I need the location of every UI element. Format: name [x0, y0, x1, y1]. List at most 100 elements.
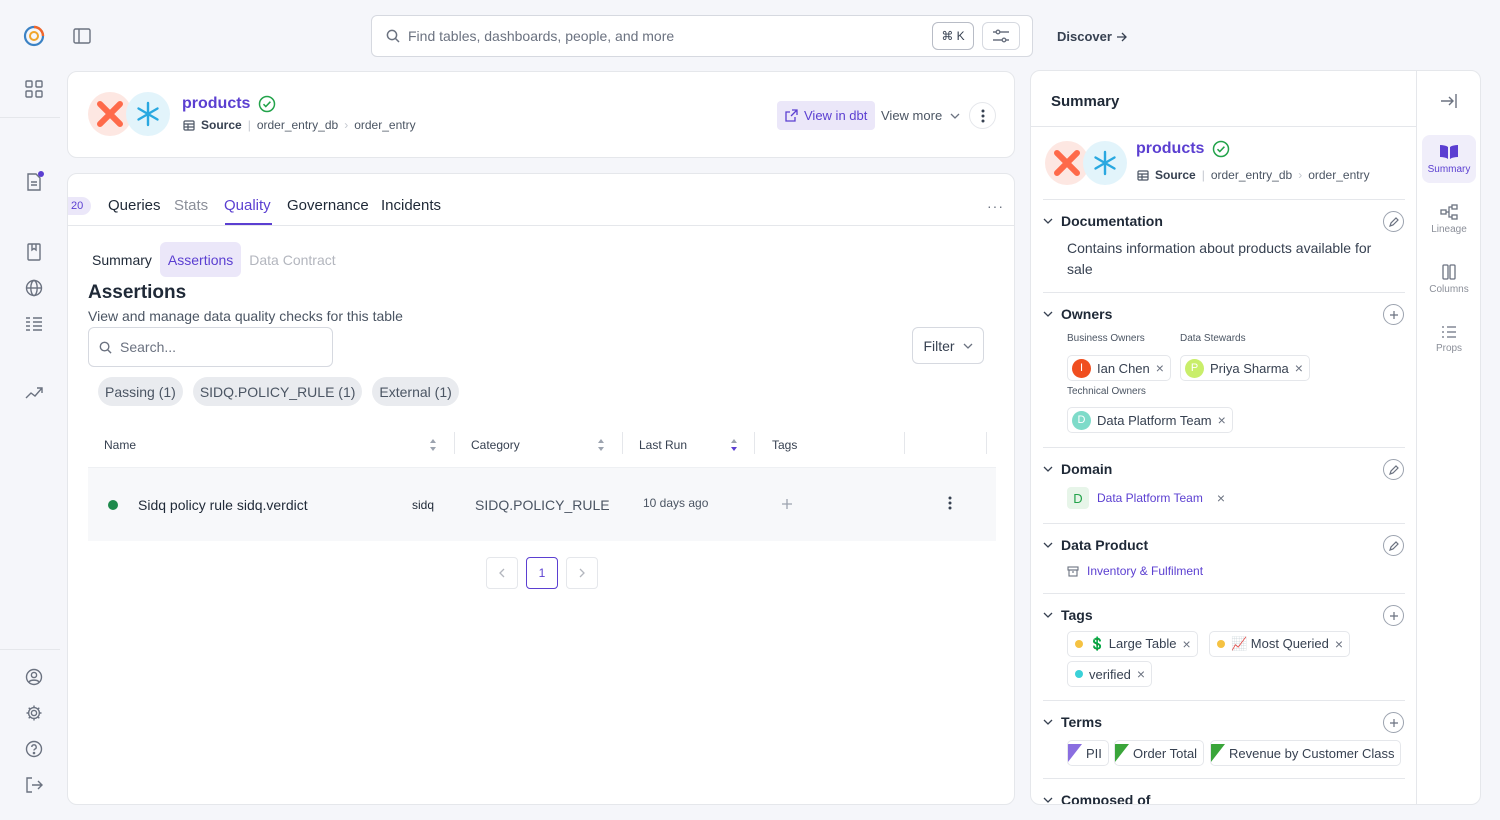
chevron-right-icon: ›	[1298, 168, 1303, 182]
book-icon[interactable]	[22, 240, 46, 264]
tab-count-badge: 20	[68, 197, 92, 215]
chip-passing[interactable]: Passing (1)	[98, 377, 183, 406]
table-row[interactable]: Sidq policy rule sidq.verdict sidq SIDQ.…	[88, 468, 996, 541]
term-pill[interactable]: Revenue by Customer Class	[1210, 740, 1402, 766]
entity-name[interactable]: products	[182, 95, 250, 113]
data-product-value[interactable]: Inventory & Fulfilment	[1067, 564, 1203, 578]
view-more-dropdown[interactable]: View more	[881, 108, 960, 123]
edit-documentation-button[interactable]	[1383, 211, 1404, 232]
sidebar-toggle-icon[interactable]	[72, 26, 92, 46]
tags-header[interactable]: Tags	[1043, 607, 1093, 623]
rail-summary-button[interactable]: Summary	[1422, 135, 1476, 183]
add-owner-button[interactable]	[1383, 304, 1404, 325]
domain-name[interactable]: Data Platform Team	[1097, 491, 1203, 505]
tag-pill[interactable]: verified ×	[1067, 661, 1153, 687]
home-logo[interactable]	[22, 24, 46, 48]
search-filters-button[interactable]	[982, 22, 1020, 50]
edit-data-product-button[interactable]	[1383, 535, 1404, 556]
owner-pill[interactable]: I Ian Chen ×	[1067, 355, 1171, 381]
summary-breadcrumb-schema[interactable]: order_entry	[1308, 168, 1369, 182]
column-header-tags[interactable]: Tags	[772, 422, 797, 468]
tab-incidents[interactable]: Incidents	[381, 197, 441, 214]
tag-pill[interactable]: 📈 Most Queried ×	[1209, 631, 1351, 657]
data-product-header[interactable]: Data Product	[1043, 537, 1148, 553]
remove-icon[interactable]: ×	[1295, 361, 1303, 375]
collapse-panel-icon[interactable]	[1440, 93, 1458, 109]
trend-icon[interactable]	[22, 381, 46, 405]
remove-icon[interactable]: ×	[1137, 667, 1145, 681]
domain-header[interactable]: Domain	[1043, 461, 1112, 477]
summary-breadcrumb-db[interactable]: order_entry_db	[1211, 168, 1292, 182]
remove-icon[interactable]: ×	[1217, 491, 1225, 505]
remove-icon[interactable]: ×	[1183, 637, 1191, 651]
discover-link[interactable]: Discover	[1057, 29, 1128, 44]
sort-icon[interactable]	[597, 438, 605, 452]
summary-panel: Summary Summary Lineage Columns Props pr…	[1030, 70, 1481, 805]
term-pill[interactable]: PII	[1067, 740, 1109, 766]
sort-desc-icon[interactable]	[730, 438, 738, 452]
remove-icon[interactable]: ×	[1218, 413, 1226, 427]
sort-icon[interactable]	[429, 438, 437, 452]
tabs-more-button[interactable]: ···	[987, 198, 1004, 214]
term-pill[interactable]: Order Total	[1114, 740, 1205, 766]
steward-pill[interactable]: P Priya Sharma ×	[1180, 355, 1310, 381]
page-number-button[interactable]: 1	[526, 557, 558, 589]
add-tag-icon[interactable]	[781, 498, 793, 510]
assertion-search-input[interactable]: Search...	[88, 327, 333, 367]
search-placeholder[interactable]: Find tables, dashboards, people, and mor…	[408, 28, 932, 44]
grid-icon[interactable]	[22, 77, 46, 101]
view-in-dbt-button[interactable]: View in dbt	[777, 101, 876, 130]
row-actions-kebab-icon[interactable]	[948, 496, 952, 510]
next-page-button[interactable]	[566, 557, 598, 589]
remove-icon[interactable]: ×	[1156, 361, 1164, 375]
global-search[interactable]: Find tables, dashboards, people, and mor…	[371, 15, 1033, 57]
tab-governance[interactable]: Governance	[287, 197, 369, 214]
platform-logos	[88, 92, 170, 136]
rail-summary-label: Summary	[1427, 163, 1471, 175]
list-icon[interactable]	[22, 312, 46, 336]
documentation-header[interactable]: Documentation	[1043, 213, 1163, 229]
breadcrumb-db[interactable]: order_entry_db	[257, 118, 338, 132]
rail-props-button[interactable]: Props	[1422, 315, 1476, 363]
tab-stats[interactable]: Stats	[174, 197, 208, 214]
add-term-button[interactable]	[1383, 712, 1404, 733]
user-icon[interactable]	[22, 665, 46, 689]
tab-queries[interactable]: Queries	[108, 197, 161, 214]
more-options-button[interactable]	[969, 102, 996, 129]
gear-icon[interactable]	[22, 701, 46, 725]
prev-page-button[interactable]	[486, 557, 518, 589]
logout-icon[interactable]	[22, 773, 46, 797]
entity-title[interactable]: products	[182, 95, 276, 113]
globe-icon[interactable]	[22, 276, 46, 300]
assertion-name[interactable]: Sidq policy rule sidq.verdict	[138, 497, 308, 513]
domain-value[interactable]: D Data Platform Team ×	[1067, 487, 1225, 509]
assertion-search-placeholder[interactable]: Search...	[120, 339, 176, 355]
column-header-last-run[interactable]: Last Run	[639, 422, 687, 468]
add-tag-button[interactable]	[1383, 605, 1404, 626]
column-header-name[interactable]: Name	[104, 422, 136, 468]
rail-lineage-button[interactable]: Lineage	[1422, 195, 1476, 243]
rail-columns-button[interactable]: Columns	[1422, 255, 1476, 303]
subtab-assertions[interactable]: Assertions	[159, 242, 242, 277]
summary-entity-title[interactable]: products	[1136, 140, 1230, 158]
help-icon[interactable]	[22, 737, 46, 761]
tab-quality[interactable]: Quality	[224, 197, 271, 214]
summary-entity-name[interactable]: products	[1136, 140, 1204, 158]
filter-dropdown[interactable]: Filter	[912, 327, 984, 364]
chip-policy-rule[interactable]: SIDQ.POLICY_RULE (1)	[192, 377, 363, 406]
chip-external[interactable]: External (1)	[372, 377, 459, 406]
terms-header[interactable]: Terms	[1043, 714, 1102, 730]
composed-of-header[interactable]: Composed of	[1043, 792, 1150, 804]
column-header-category[interactable]: Category	[471, 422, 520, 468]
subtab-data-contract[interactable]: Data Contract	[241, 242, 343, 277]
tag-pill[interactable]: 💲 Large Table ×	[1067, 631, 1198, 657]
owners-header[interactable]: Owners	[1043, 306, 1112, 322]
breadcrumb-schema[interactable]: order_entry	[354, 118, 415, 132]
data-product-name[interactable]: Inventory & Fulfilment	[1087, 564, 1203, 578]
tag-color-dot	[1075, 670, 1083, 678]
subtab-summary[interactable]: Summary	[84, 242, 160, 277]
edit-domain-button[interactable]	[1383, 459, 1404, 480]
document-icon[interactable]	[22, 170, 46, 194]
technical-owner-pill[interactable]: D Data Platform Team ×	[1067, 407, 1233, 433]
remove-icon[interactable]: ×	[1335, 637, 1343, 651]
